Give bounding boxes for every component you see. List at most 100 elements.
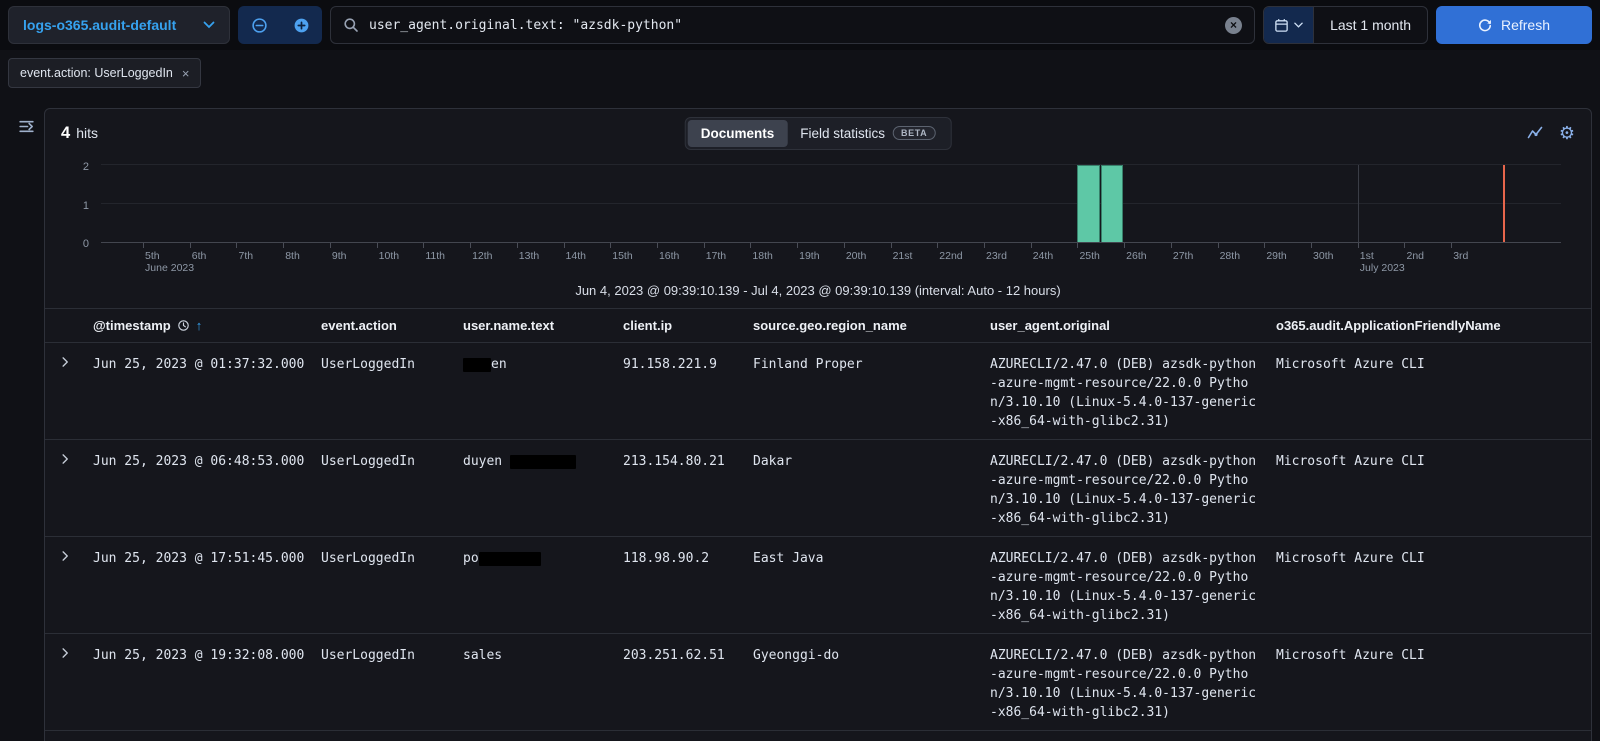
remove-filter-button[interactable]: × bbox=[182, 66, 190, 81]
time-range-caption: Jun 4, 2023 @ 09:39:10.139 - Jul 4, 2023… bbox=[575, 283, 1061, 298]
column-header-timestamp[interactable]: @timestamp ↑ bbox=[85, 309, 313, 342]
client-ip-cell: 118.98.90.2 bbox=[623, 551, 710, 566]
x-tick-label: 15th bbox=[612, 250, 633, 262]
app-friendly-name-cell: Microsoft Azure CLI bbox=[1276, 648, 1425, 663]
column-header-region[interactable]: source.geo.region_name bbox=[745, 309, 982, 342]
expand-row-button[interactable] bbox=[58, 549, 72, 563]
discover-workspace: 4 hits Documents Field statistics BETA ⚙… bbox=[0, 96, 1600, 741]
x-tick-label: 17th bbox=[705, 250, 727, 262]
top-bar: logs-o365.audit-default × bbox=[0, 0, 1600, 50]
refresh-button[interactable]: Refresh bbox=[1436, 6, 1592, 44]
view-mode-tabs: Documents Field statistics BETA bbox=[684, 116, 952, 150]
column-header-user-name[interactable]: user.name.text bbox=[455, 309, 615, 342]
user-agent-cell: AZURECLI/2.47.0 (DEB) azsdk-python-azure… bbox=[990, 357, 1257, 429]
clear-query-button[interactable]: × bbox=[1225, 16, 1243, 34]
x-tick-label: 10th bbox=[378, 250, 400, 262]
x-tick-label: 18th bbox=[752, 250, 773, 262]
month-label: June 2023 bbox=[145, 262, 195, 274]
expand-sidebar-button[interactable] bbox=[18, 118, 35, 135]
event-action-cell: UserLoggedIn bbox=[321, 648, 415, 663]
region-cell: Dakar bbox=[753, 454, 793, 469]
user-agent-cell: AZURECLI/2.47.0 (DEB) azsdk-python-azure… bbox=[990, 454, 1257, 526]
query-controls bbox=[238, 6, 322, 44]
menu-right-icon bbox=[18, 118, 35, 135]
x-tick-label: 2nd bbox=[1406, 250, 1425, 262]
expand-row-button[interactable] bbox=[58, 355, 72, 369]
minus-circle-icon bbox=[251, 17, 268, 34]
x-tick-label: 26th bbox=[1126, 250, 1147, 262]
clock-icon bbox=[177, 319, 190, 332]
tab-field-statistics[interactable]: Field statistics BETA bbox=[787, 120, 948, 147]
client-ip-cell: 213.154.80.21 bbox=[623, 454, 725, 469]
plus-circle-icon bbox=[293, 17, 310, 34]
histogram-bar[interactable] bbox=[1100, 165, 1124, 242]
calendar-icon bbox=[1274, 18, 1289, 33]
filter-pill[interactable]: event.action: UserLoggedIn × bbox=[8, 58, 202, 88]
histogram-bar[interactable] bbox=[1077, 165, 1100, 242]
x-tick-label: 3rd bbox=[1453, 250, 1469, 262]
x-tick-label: 16th bbox=[658, 250, 680, 262]
tab-documents[interactable]: Documents bbox=[687, 119, 788, 147]
x-tick-label: 9th bbox=[331, 250, 347, 262]
expand-row-button[interactable] bbox=[58, 646, 72, 660]
expand-row-button[interactable] bbox=[58, 452, 72, 466]
user-name-cell: sales bbox=[463, 648, 503, 663]
table-row: Jun 25, 2023 @ 19:32:08.000 UserLoggedIn… bbox=[45, 634, 1591, 731]
chart-options-icon bbox=[1527, 125, 1543, 141]
app-friendly-name-cell: Microsoft Azure CLI bbox=[1276, 357, 1425, 372]
user-name-cell: en bbox=[455, 343, 615, 439]
redacted-value bbox=[478, 552, 541, 566]
event-action-cell: UserLoggedIn bbox=[321, 357, 415, 372]
month-label: July 2023 bbox=[1359, 262, 1405, 274]
event-action-cell: UserLoggedIn bbox=[321, 551, 415, 566]
refresh-icon bbox=[1478, 18, 1492, 32]
query-input[interactable] bbox=[369, 17, 1216, 33]
month-boundary-line bbox=[1357, 165, 1359, 242]
x-tick-label: 12th bbox=[472, 250, 493, 262]
app-friendly-name-cell: Microsoft Azure CLI bbox=[1276, 551, 1425, 566]
table-row: Jun 25, 2023 @ 17:51:45.000 UserLoggedIn… bbox=[45, 537, 1591, 634]
chevron-right-icon bbox=[59, 647, 71, 659]
column-header-app-friendly-name[interactable]: o365.audit.ApplicationFriendlyName bbox=[1268, 309, 1591, 342]
x-tick-label: 29th bbox=[1266, 250, 1287, 262]
quick-select-button[interactable] bbox=[1264, 7, 1314, 43]
histogram-x-axis: 5th 6th 7th 8th 9th 10th 11th 12th 13th 14th 15th 1… bbox=[101, 243, 1561, 279]
add-filter-button[interactable] bbox=[280, 6, 322, 44]
saved-query-menu-button[interactable] bbox=[238, 6, 280, 44]
results-header: 4 hits Documents Field statistics BETA ⚙ bbox=[45, 109, 1591, 157]
histogram-plot bbox=[101, 164, 1561, 243]
redacted-value bbox=[509, 455, 576, 469]
time-range-button[interactable]: Last 1 month bbox=[1313, 7, 1427, 43]
data-view-selector[interactable]: logs-o365.audit-default bbox=[8, 6, 230, 44]
chevron-right-icon bbox=[59, 356, 71, 368]
column-header-user-agent[interactable]: user_agent.original bbox=[982, 309, 1268, 342]
settings-button[interactable]: ⚙ bbox=[1559, 124, 1575, 142]
time-range-label: Last 1 month bbox=[1330, 17, 1411, 33]
x-tick-label: 22nd bbox=[939, 250, 963, 262]
table-header-row: @timestamp ↑ event.action user.name.text… bbox=[45, 308, 1591, 343]
user-name-cell: po bbox=[455, 537, 615, 633]
hits-count: 4 bbox=[61, 123, 71, 142]
chart-options-button[interactable] bbox=[1527, 125, 1543, 141]
filter-bar: event.action: UserLoggedIn × bbox=[0, 50, 1600, 96]
x-tick-label: 25th bbox=[1079, 250, 1100, 262]
x-tick-label: 19th bbox=[799, 250, 820, 262]
data-view-label: logs-o365.audit-default bbox=[23, 17, 177, 33]
current-time-marker bbox=[1502, 165, 1505, 242]
x-tick-label: 27th bbox=[1172, 250, 1194, 262]
x-tick-label: 21st bbox=[892, 250, 913, 262]
timestamp-cell: Jun 25, 2023 @ 19:32:08.000 bbox=[93, 648, 305, 663]
client-ip-cell: 91.158.221.9 bbox=[623, 357, 717, 372]
app-friendly-name-cell: Microsoft Azure CLI bbox=[1276, 454, 1425, 469]
chevron-right-icon bbox=[59, 453, 71, 465]
query-bar: × bbox=[330, 6, 1256, 44]
user-agent-cell: AZURECLI/2.47.0 (DEB) azsdk-python-azure… bbox=[990, 551, 1257, 623]
column-header-client-ip[interactable]: client.ip bbox=[615, 309, 745, 342]
filter-pill-label: event.action: UserLoggedIn bbox=[20, 66, 173, 80]
column-header-event-action[interactable]: event.action bbox=[313, 309, 455, 342]
chevron-right-icon bbox=[59, 550, 71, 562]
sort-ascending-icon[interactable]: ↑ bbox=[196, 318, 203, 333]
region-cell: Finland Proper bbox=[753, 357, 863, 372]
x-tick-label: 14th bbox=[565, 250, 586, 262]
x-tick-label: 5th bbox=[145, 250, 160, 262]
